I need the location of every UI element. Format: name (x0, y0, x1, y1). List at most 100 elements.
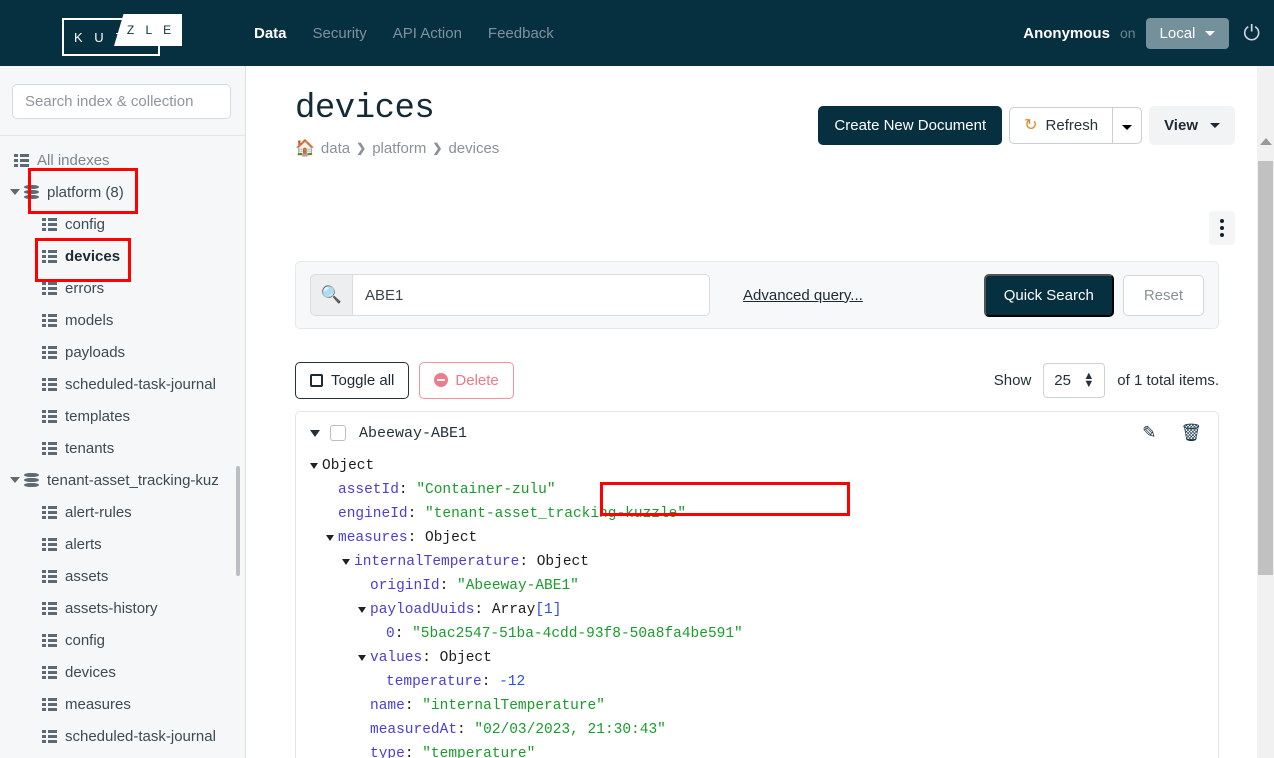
document-checkbox[interactable] (330, 425, 346, 441)
json-key: name (370, 698, 405, 714)
json-separator: : (481, 674, 500, 690)
sidebar-item-assets-history[interactable]: assets-history (0, 592, 245, 624)
page-size-select[interactable]: 25 ▲ ▼ (1043, 362, 1106, 398)
scroll-up-arrow-icon[interactable] (1260, 138, 1272, 145)
sidebar-item-assets[interactable]: assets (0, 560, 245, 592)
list-icon (42, 729, 57, 743)
list-icon (42, 569, 57, 583)
breadcrumb-separator-icon: ❯ (432, 141, 443, 155)
sidebar-item-templates[interactable]: templates (0, 400, 245, 432)
sidebar-item-tenant-config[interactable]: config (0, 624, 245, 656)
sidebar-scrollbar-thumb[interactable] (236, 466, 240, 576)
breadcrumb-item-data[interactable]: data (321, 140, 350, 157)
sidebar-item-label: config (65, 631, 106, 649)
database-icon (24, 184, 39, 200)
json-value: Array[1] (491, 602, 562, 618)
refresh-split-button: ↻ Refresh (1009, 107, 1143, 144)
json-value: "tenant-asset_tracking-kuzzle" (425, 506, 687, 522)
sidebar-item-all-indexes[interactable]: All indexes (0, 144, 245, 176)
sidebar-item-errors[interactable]: errors (0, 272, 245, 304)
quick-search-button[interactable]: Quick Search (983, 273, 1114, 317)
collapse-toggle-icon[interactable] (310, 429, 320, 437)
nav-item-data[interactable]: Data (254, 25, 287, 42)
more-vertical-icon-dot (1220, 226, 1224, 230)
caret-down-icon[interactable] (358, 607, 366, 613)
list-icon (42, 601, 57, 615)
power-icon[interactable]: ⏻ (1243, 23, 1260, 44)
quick-search-input[interactable] (352, 274, 710, 316)
list-icon (42, 633, 57, 647)
refresh-button[interactable]: ↻ Refresh (1009, 107, 1113, 144)
json-value: "temperature" (422, 746, 536, 758)
breadcrumb-item-devices[interactable]: devices (448, 140, 499, 157)
more-options-button[interactable] (1209, 211, 1235, 245)
list-icon (14, 153, 29, 167)
nav-item-api-action[interactable]: API Action (393, 25, 462, 42)
logo-text-right: Z L E (126, 23, 176, 37)
reset-button[interactable]: Reset (1122, 274, 1204, 316)
sidebar-item-tenant-devices[interactable]: devices (0, 656, 245, 688)
sidebar-item-alert-rules[interactable]: alert-rules (0, 496, 245, 528)
json-separator: : (407, 506, 426, 522)
list-icon (42, 313, 57, 327)
delete-selected-button[interactable]: Delete (419, 361, 514, 399)
kuzzle-logo[interactable]: K U Z Z L E (62, 10, 182, 56)
sidebar-item-label: measures (65, 695, 131, 713)
refresh-dropdown-toggle[interactable] (1112, 107, 1143, 144)
home-icon[interactable]: 🏠 (295, 138, 315, 158)
sidebar-item-label: devices (65, 663, 116, 681)
nav-item-feedback[interactable]: Feedback (488, 25, 554, 42)
sidebar-item-label: assets (65, 567, 109, 585)
list-icon (42, 409, 57, 423)
json-key: assetId (338, 482, 399, 498)
toggle-all-button[interactable]: Toggle all (295, 361, 410, 399)
nav-item-security[interactable]: Security (313, 25, 367, 42)
sidebar-item-tenant-scheduled-task-journal[interactable]: scheduled-task-journal (0, 720, 245, 752)
trash-icon[interactable]: 🗑 (1180, 423, 1202, 443)
minus-circle-icon (434, 373, 449, 387)
sidebar-item-label: tenant-asset_tracking-kuz (47, 471, 219, 489)
sidebar-item-measures[interactable]: measures (0, 688, 245, 720)
view-dropdown-button[interactable]: View (1149, 106, 1235, 145)
sidebar-item-config[interactable]: config (0, 208, 245, 240)
json-line: values: Object (310, 646, 1218, 670)
sidebar-item-label: config (65, 215, 106, 233)
sidebar-item-alerts[interactable]: alerts (0, 528, 245, 560)
sidebar-item-tenants[interactable]: tenants (0, 432, 245, 464)
main-content: devices 🏠 data ❯ platform ❯ devices Crea… (247, 66, 1257, 758)
caret-down-icon[interactable] (358, 655, 366, 661)
sidebar-item-label: models (65, 311, 114, 329)
sidebar-item-models[interactable]: models (0, 304, 245, 336)
caret-down-icon[interactable] (10, 189, 20, 195)
json-key: values (370, 650, 423, 666)
sidebar-scrollbar[interactable] (235, 66, 242, 758)
page-scrollbar-thumb[interactable] (1258, 161, 1273, 575)
caret-down-icon[interactable] (342, 559, 350, 565)
sidebar-item-devices[interactable]: devices (0, 240, 245, 272)
breadcrumb-item-platform[interactable]: platform (372, 140, 426, 157)
sidebar-item-scheduled-task-journal[interactable]: scheduled-task-journal (0, 368, 245, 400)
more-vertical-icon-dot (1220, 219, 1224, 223)
pencil-icon[interactable]: ✎ (1142, 423, 1156, 443)
sidebar-item-payloads[interactable]: payloads (0, 336, 245, 368)
json-line: engineId: "tenant-asset_tracking-kuzzle" (310, 502, 1218, 526)
json-separator: : (394, 626, 413, 642)
advanced-query-link[interactable]: Advanced query... (743, 287, 863, 304)
json-line: internalTemperature: Object (310, 550, 1218, 574)
create-new-document-button[interactable]: Create New Document (818, 106, 1003, 145)
search-icon: 🔍 (310, 274, 352, 316)
view-label: View (1164, 117, 1198, 134)
caret-down-icon[interactable] (310, 463, 318, 469)
sidebar-item-platform[interactable]: platform (8) (0, 176, 245, 208)
environment-selector[interactable]: Local (1145, 17, 1230, 49)
page-scrollbar[interactable] (1257, 66, 1274, 758)
caret-down-icon[interactable] (10, 477, 20, 483)
toggle-all-label: Toggle all (331, 371, 395, 389)
search-index-collection-input[interactable] (12, 84, 231, 119)
sidebar-item-tenant-asset-tracking[interactable]: tenant-asset_tracking-kuz (0, 464, 245, 496)
json-line: Object (310, 454, 1218, 478)
results-section: Toggle all Delete Show 25 ▲ ▼ of 1 total … (295, 349, 1219, 758)
chevron-down-icon (1210, 123, 1220, 128)
document-header-row: Abeeway-ABE1 ✎ 🗑 (296, 412, 1218, 454)
caret-down-icon[interactable] (326, 535, 334, 541)
